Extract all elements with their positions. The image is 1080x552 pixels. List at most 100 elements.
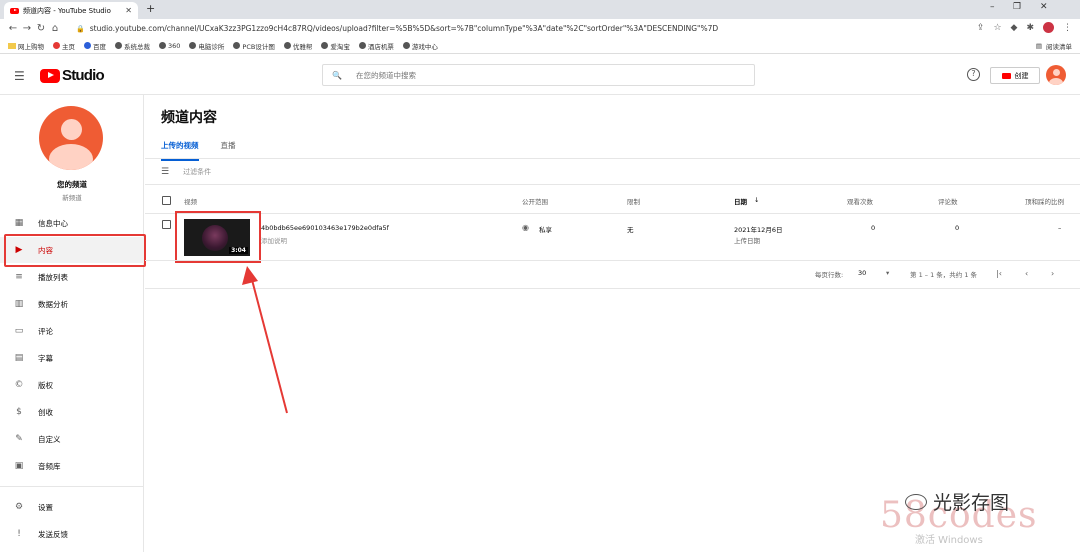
bookmark-item[interactable]: 酒店机票 <box>358 41 394 51</box>
url-field[interactable]: studio.youtube.com/channel/UCxaK3zz3PG1z… <box>90 24 718 33</box>
row-divider <box>145 260 1080 261</box>
search-bar[interactable]: 🔍 <box>322 64 755 86</box>
sidebar-item-settings[interactable]: ⚙ 设置 <box>0 494 144 520</box>
channel-subtitle: 新频道 <box>62 194 82 202</box>
customization-icon: ✎ <box>15 434 23 444</box>
bookmark-icon <box>321 42 329 49</box>
search-input[interactable] <box>355 70 726 80</box>
filter-icon[interactable]: ☰ <box>161 167 169 177</box>
account-avatar[interactable] <box>1046 65 1066 85</box>
playlist-icon: ≡ <box>15 272 23 282</box>
share-icon[interactable]: ⇪ <box>977 23 985 33</box>
first-page-icon[interactable]: |‹ <box>996 269 1002 278</box>
video-title[interactable]: 4b0bdb65ee690103463e179b2e0dfa5f <box>261 224 389 232</box>
bookmark-item[interactable]: 系统总裁 <box>115 41 150 51</box>
browser-tab-strip: 频道内容 - YouTube Studio ✕ + – ❐ ✕ <box>0 0 1080 19</box>
sidebar-item-feedback[interactable]: ! 发送反馈 <box>0 521 144 547</box>
reload-icon[interactable]: ↻ <box>34 23 48 34</box>
youtube-logo-icon <box>40 68 60 83</box>
sidebar-item-playlists[interactable]: ≡ 播放列表 <box>0 264 144 290</box>
home-icon[interactable]: ⌂ <box>48 23 62 34</box>
column-header-visibility[interactable]: 公开范围 <box>522 196 548 206</box>
bookmark-item[interactable]: 百度 <box>84 41 106 51</box>
tab-title: 频道内容 - YouTube Studio <box>23 6 111 15</box>
bookmark-item[interactable]: 主页 <box>53 41 75 51</box>
bookmark-item[interactable]: 网上购物 <box>8 41 44 51</box>
sidebar-item-dashboard[interactable]: ▦ 信息中心 <box>0 210 144 236</box>
extensions-icon[interactable]: ✱ <box>1026 23 1034 33</box>
search-icon: 🔍 <box>332 70 342 80</box>
page-title: 频道内容 <box>161 110 217 126</box>
copyright-icon: © <box>14 380 24 390</box>
channel-avatar[interactable] <box>39 106 103 170</box>
row-checkbox[interactable] <box>162 220 171 229</box>
reading-list[interactable]: ▤ 阅读清单 <box>1036 41 1072 51</box>
visibility-value[interactable]: 私享 <box>539 224 552 234</box>
reading-list-icon: ▤ <box>1035 42 1042 50</box>
sidebar-divider <box>0 486 144 487</box>
filter-input[interactable]: 过滤条件 <box>183 167 211 177</box>
menu-icon[interactable]: ⋮ <box>1063 23 1072 33</box>
highlight-box-thumbnail <box>175 211 261 263</box>
bookmark-item[interactable]: 游戏中心 <box>402 41 438 51</box>
date-sub: 上传日期 <box>734 237 760 245</box>
sort-down-icon[interactable]: ↓ <box>754 196 759 204</box>
window-close-icon[interactable]: ✕ <box>1040 2 1048 12</box>
bookmark-icon <box>189 42 197 49</box>
shield-icon[interactable]: ◆ <box>1011 23 1018 33</box>
monetization-icon: $ <box>16 407 22 417</box>
sidebar-item-subtitles[interactable]: ▤ 字幕 <box>0 345 144 371</box>
column-header-views[interactable]: 观看次数 <box>847 196 873 206</box>
table-row[interactable]: 3:04 4b0bdb65ee690103463e179b2e0dfa5f 添加… <box>145 211 1080 263</box>
sidebar-item-customization[interactable]: ✎ 自定义 <box>0 426 144 452</box>
forward-icon[interactable]: → <box>20 23 34 34</box>
maximize-icon[interactable]: ❐ <box>1013 2 1021 12</box>
bookmark-item[interactable]: PCB设计图 <box>233 41 275 51</box>
new-tab-button[interactable]: + <box>146 2 155 15</box>
create-button[interactable]: 创建 <box>990 67 1040 84</box>
dropdown-caret-icon[interactable]: ▾ <box>886 269 889 277</box>
bookmark-icon <box>53 42 60 49</box>
likes-value: – <box>1058 224 1062 232</box>
sidebar-item-audio-library[interactable]: ▣ 音频库 <box>0 453 144 479</box>
date-value: 2021年12月6日 <box>734 226 783 234</box>
sidebar-item-copyright[interactable]: © 版权 <box>0 372 144 398</box>
hamburger-menu-icon[interactable]: ☰ <box>14 69 25 83</box>
bookmark-item[interactable]: 优雅帮 <box>283 41 312 51</box>
prev-page-icon[interactable]: ‹ <box>1025 269 1028 278</box>
sidebar-item-analytics[interactable]: ▥ 数据分析 <box>0 291 144 317</box>
close-tab-icon[interactable]: ✕ <box>125 6 132 15</box>
minimize-icon[interactable]: – <box>990 2 995 12</box>
restrictions-value: 无 <box>627 226 634 234</box>
settings-icon: ⚙ <box>14 502 24 512</box>
rows-per-page-select[interactable]: 30 <box>858 269 866 277</box>
select-all-checkbox[interactable] <box>162 196 171 205</box>
bookmark-icon <box>159 42 166 49</box>
help-icon[interactable]: ? <box>967 68 980 81</box>
column-header-comments[interactable]: 评论数 <box>938 196 958 206</box>
bookmark-item[interactable]: 爱淘宝 <box>321 41 350 51</box>
column-header-restrictions[interactable]: 限制 <box>627 196 640 206</box>
column-header-likes[interactable]: 顶和踩的比例 <box>1025 196 1064 206</box>
column-header-video: 视频 <box>184 198 197 206</box>
bookmark-icon <box>358 42 366 49</box>
views-value: 0 <box>871 224 876 232</box>
filter-divider <box>145 184 1080 185</box>
filter-bar[interactable]: ☰ 过滤条件 <box>161 167 211 177</box>
sidebar-item-comments[interactable]: ▭ 评论 <box>0 318 144 344</box>
channel-name[interactable]: 您的频道 <box>0 179 144 190</box>
back-icon[interactable]: ← <box>6 23 20 34</box>
bookmark-item[interactable]: 360 <box>159 42 180 50</box>
browser-tab[interactable]: 频道内容 - YouTube Studio ✕ <box>4 2 138 19</box>
subtitles-icon: ▤ <box>14 353 24 363</box>
dashboard-icon: ▦ <box>14 218 24 228</box>
star-icon[interactable]: ☆ <box>993 23 1001 33</box>
bookmark-item[interactable]: 电脑诊所 <box>189 41 224 51</box>
youtube-studio-logo[interactable]: Studio <box>40 67 105 84</box>
lock-icon[interactable]: 🔒 <box>76 25 85 33</box>
sidebar-item-monetization[interactable]: $ 创收 <box>0 399 144 425</box>
profile-avatar[interactable] <box>1043 22 1054 33</box>
column-header-date[interactable]: 日期 <box>734 196 747 206</box>
next-page-icon[interactable]: › <box>1051 269 1054 278</box>
comments-value: 0 <box>955 224 960 232</box>
